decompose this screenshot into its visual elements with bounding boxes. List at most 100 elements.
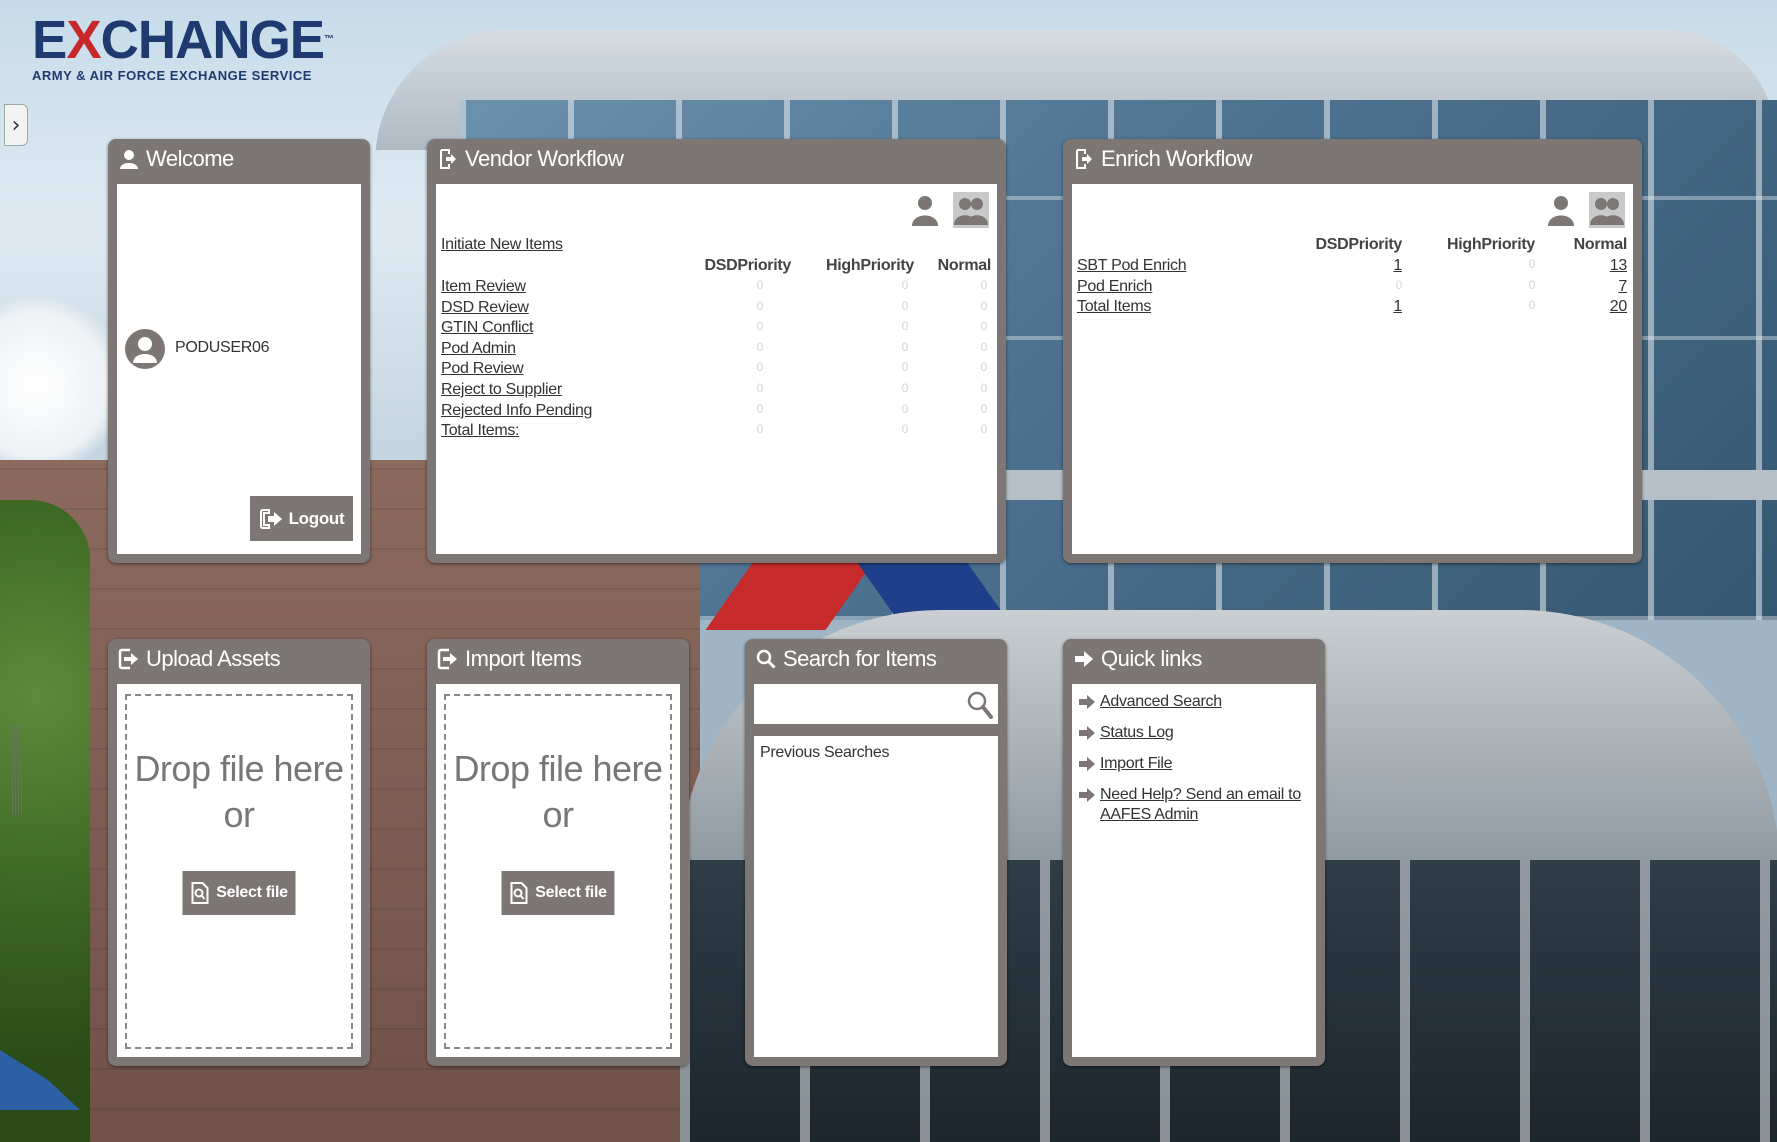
quick-link[interactable]: Import File (1100, 754, 1173, 778)
vendor-workflow-title: Vendor Workflow (465, 146, 624, 171)
exchange-logo: EXCHANGE™ ARMY & AIR FORCE EXCHANGE SERV… (32, 10, 339, 83)
search-items-header: Search for Items (745, 639, 1007, 679)
quick-links-header: Quick links (1063, 639, 1325, 679)
enrich-row-value: 0 (1528, 298, 1536, 313)
arrow-right-icon (1078, 694, 1100, 716)
vendor-row-link[interactable]: Item Review (441, 278, 526, 296)
vendor-view-toggle (907, 192, 989, 228)
arrow-right-icon (1073, 648, 1095, 670)
vendor-row-value: 0 (756, 298, 764, 313)
quick-link-item: Status Log (1078, 723, 1310, 747)
previous-searches-panel: Previous Searches (754, 736, 998, 1057)
import-select-file-button[interactable]: Select file (501, 871, 615, 915)
upload-select-file-button[interactable]: Select file (182, 871, 296, 915)
upload-assets-title: Upload Assets (146, 646, 281, 671)
upload-assets-body: Drop file here or Select file (117, 684, 361, 1057)
search-items-widget: Search for Items Previous Searches (745, 639, 1007, 1066)
vendor-row-value: 0 (980, 360, 988, 375)
vendor-col-normal: Normal (937, 257, 992, 274)
enrich-workflow-header: Enrich Workflow (1063, 139, 1642, 179)
upload-assets-widget: Upload Assets Drop file here or Select f… (108, 639, 370, 1066)
vendor-row-value: 0 (756, 360, 764, 375)
vendor-row-value: 0 (980, 339, 988, 354)
enrich-row-value: 0 (1528, 277, 1536, 292)
quick-link[interactable]: Need Help? Send an email to AAFES Admin (1100, 785, 1310, 825)
vendor-row-value: 0 (901, 298, 909, 313)
vendor-row-link[interactable]: Rejected Info Pending (441, 402, 592, 420)
upload-drop-line-2: or (223, 794, 255, 835)
quick-link[interactable]: Status Log (1100, 723, 1174, 747)
enrich-row-value[interactable]: 1 (1393, 298, 1402, 316)
initiate-new-items-link[interactable]: Initiate New Items (441, 236, 563, 254)
enrich-row-link[interactable]: Total Items (1077, 298, 1151, 316)
background-tree (0, 500, 90, 1142)
vendor-row-link[interactable]: Total Items: (441, 422, 520, 440)
workflow-icon (1073, 148, 1095, 170)
import-items-widget: Import Items Drop file here or Select fi… (427, 639, 689, 1066)
enrich-table-header: DSDPriority HighPriority Normal (1077, 236, 1628, 256)
vendor-workflow-body: Initiate New Items DSDPriority HighPrior… (436, 184, 997, 554)
vendor-row-value: 0 (756, 401, 764, 416)
upload-drop-text: Drop file here or (127, 746, 351, 838)
enrich-workflow-widget: Enrich Workflow DSDPriority HighPriority… (1063, 139, 1642, 563)
upload-dropzone[interactable]: Drop file here or Select file (125, 694, 353, 1049)
enrich-row-value[interactable]: 13 (1610, 257, 1628, 275)
enrich-row-value[interactable]: 7 (1618, 278, 1627, 296)
search-input[interactable] (758, 686, 962, 724)
group-users-view-icon[interactable] (1589, 192, 1625, 228)
table-row: GTIN Conflict 0 0 0 (441, 319, 991, 339)
previous-searches-title: Previous Searches (760, 744, 890, 761)
enrich-row-link[interactable]: SBT Pod Enrich (1077, 257, 1187, 275)
vendor-row-value: 0 (756, 422, 764, 437)
logo-trademark: ™ (324, 34, 334, 45)
vendor-row-link[interactable]: Reject to Supplier (441, 381, 562, 399)
import-dropzone[interactable]: Drop file here or Select file (444, 694, 672, 1049)
import-drop-line-1: Drop file here (453, 748, 663, 789)
vendor-row-value: 0 (901, 401, 909, 416)
table-row: Total Items 1 0 20 (1077, 298, 1627, 318)
file-search-icon (510, 882, 528, 904)
enrich-row-link[interactable]: Pod Enrich (1077, 278, 1153, 296)
welcome-body: PODUSER06 Logout (117, 184, 361, 554)
import-items-body: Drop file here or Select file (436, 684, 680, 1057)
vendor-col-high-priority: HighPriority (826, 257, 914, 274)
vendor-row-link[interactable]: Pod Admin (441, 340, 516, 358)
vendor-row-link[interactable]: Pod Review (441, 360, 524, 378)
arrow-right-icon (1078, 787, 1100, 825)
search-box (754, 684, 998, 724)
logo-letters-change: CHANGE (100, 10, 325, 70)
enrich-row-value[interactable]: 1 (1393, 257, 1402, 275)
vendor-row-link[interactable]: GTIN Conflict (441, 319, 533, 337)
table-row: Item Review 0 0 0 (441, 278, 991, 298)
quick-link[interactable]: Advanced Search (1100, 692, 1222, 716)
single-user-view-icon[interactable] (1543, 192, 1579, 228)
vendor-row-value: 0 (901, 319, 909, 334)
enrich-workflow-title: Enrich Workflow (1101, 146, 1253, 171)
single-user-view-icon[interactable] (907, 192, 943, 228)
vendor-col-dsd-priority: DSDPriority (704, 257, 792, 274)
resize-grip[interactable] (12, 725, 22, 815)
vendor-row-value: 0 (980, 319, 988, 334)
logo-wordmark: EXCHANGE™ (32, 10, 334, 70)
search-submit-icon[interactable] (966, 690, 994, 725)
vendor-row-value: 0 (756, 381, 764, 395)
quick-link-item: Advanced Search (1078, 692, 1310, 716)
sidebar-toggle-button[interactable]: › (4, 104, 28, 146)
vendor-row-value: 0 (756, 278, 764, 292)
enrich-row-value[interactable]: 20 (1610, 298, 1628, 316)
vendor-workflow-header: Vendor Workflow (427, 139, 1006, 179)
enrich-row-value: 0 (1395, 277, 1403, 292)
vendor-row-link[interactable]: DSD Review (441, 299, 529, 317)
file-search-icon (191, 882, 209, 904)
logout-icon (259, 508, 282, 529)
table-row: Pod Admin 0 0 0 (441, 340, 991, 360)
vendor-row-value: 0 (980, 278, 988, 292)
vendor-row-value: 0 (980, 298, 988, 313)
chevron-right-icon: › (11, 112, 21, 138)
logout-button[interactable]: Logout (250, 496, 353, 541)
group-users-view-icon[interactable] (953, 192, 989, 228)
welcome-title: Welcome (146, 146, 234, 171)
initiate-new-items-row: Initiate New Items (441, 236, 991, 256)
background-cloud (0, 300, 120, 470)
user-icon (118, 148, 140, 170)
